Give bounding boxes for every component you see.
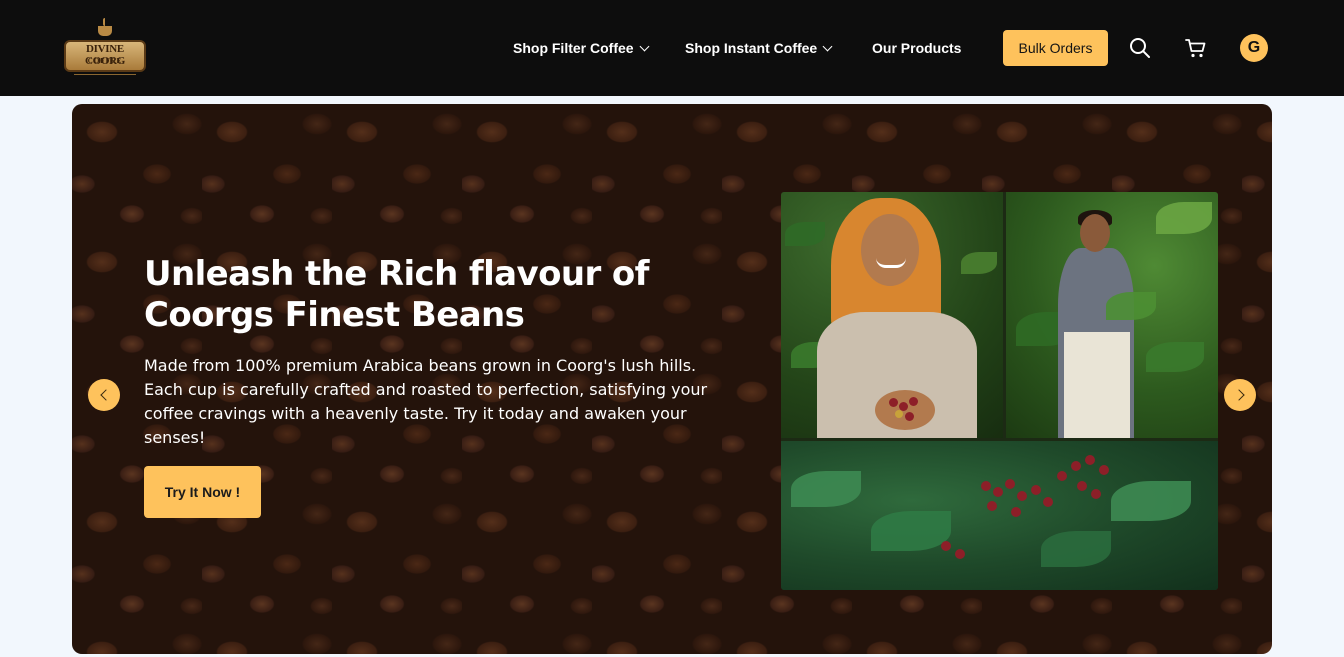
logo-tagline-rule [74, 74, 136, 77]
coffee-cup-icon [96, 18, 114, 40]
chevron-right-icon [1232, 389, 1245, 401]
chevron-down-icon [639, 41, 650, 51]
nav-label: Our Products [872, 40, 962, 56]
nav-shop-instant-coffee[interactable]: Shop Instant Coffee [685, 38, 833, 58]
carousel-prev-button[interactable] [88, 379, 120, 411]
brand-logo[interactable]: DIVINE COORG COFFEE [62, 16, 148, 80]
hero-description: Made from 100% premium Arabica beans gro… [144, 356, 708, 447]
hero-photo-collage [781, 192, 1218, 590]
farmer-picking-coffee-photo [1006, 192, 1218, 438]
try-it-now-button[interactable]: Try It Now ! [144, 466, 261, 518]
carousel-next-button[interactable] [1224, 379, 1256, 411]
top-navbar: DIVINE COORG COFFEE Shop Filter Coffee S… [0, 0, 1344, 96]
search-icon[interactable] [1128, 36, 1152, 60]
hero-title: Unleash the Rich flavour of Coorgs Fines… [144, 254, 649, 335]
farmer-holding-coffee-cherries-photo [781, 192, 1003, 438]
nav-label: Shop Instant Coffee [685, 40, 818, 56]
user-avatar[interactable]: G [1240, 34, 1268, 62]
cart-icon[interactable] [1184, 36, 1208, 60]
nav-label: Shop Filter Coffee [513, 40, 634, 56]
bulk-orders-button[interactable]: Bulk Orders [1003, 30, 1108, 66]
coffee-plant-berries-photo [781, 441, 1218, 590]
chevron-left-icon [99, 389, 112, 401]
hero-banner: Unleash the Rich flavour of Coorgs Fines… [72, 104, 1272, 654]
logo-text-secondary: COFFEE [87, 57, 123, 65]
nav-shop-filter-coffee[interactable]: Shop Filter Coffee [513, 38, 650, 58]
chevron-down-icon [822, 41, 833, 51]
nav-our-products[interactable]: Our Products [872, 38, 961, 58]
